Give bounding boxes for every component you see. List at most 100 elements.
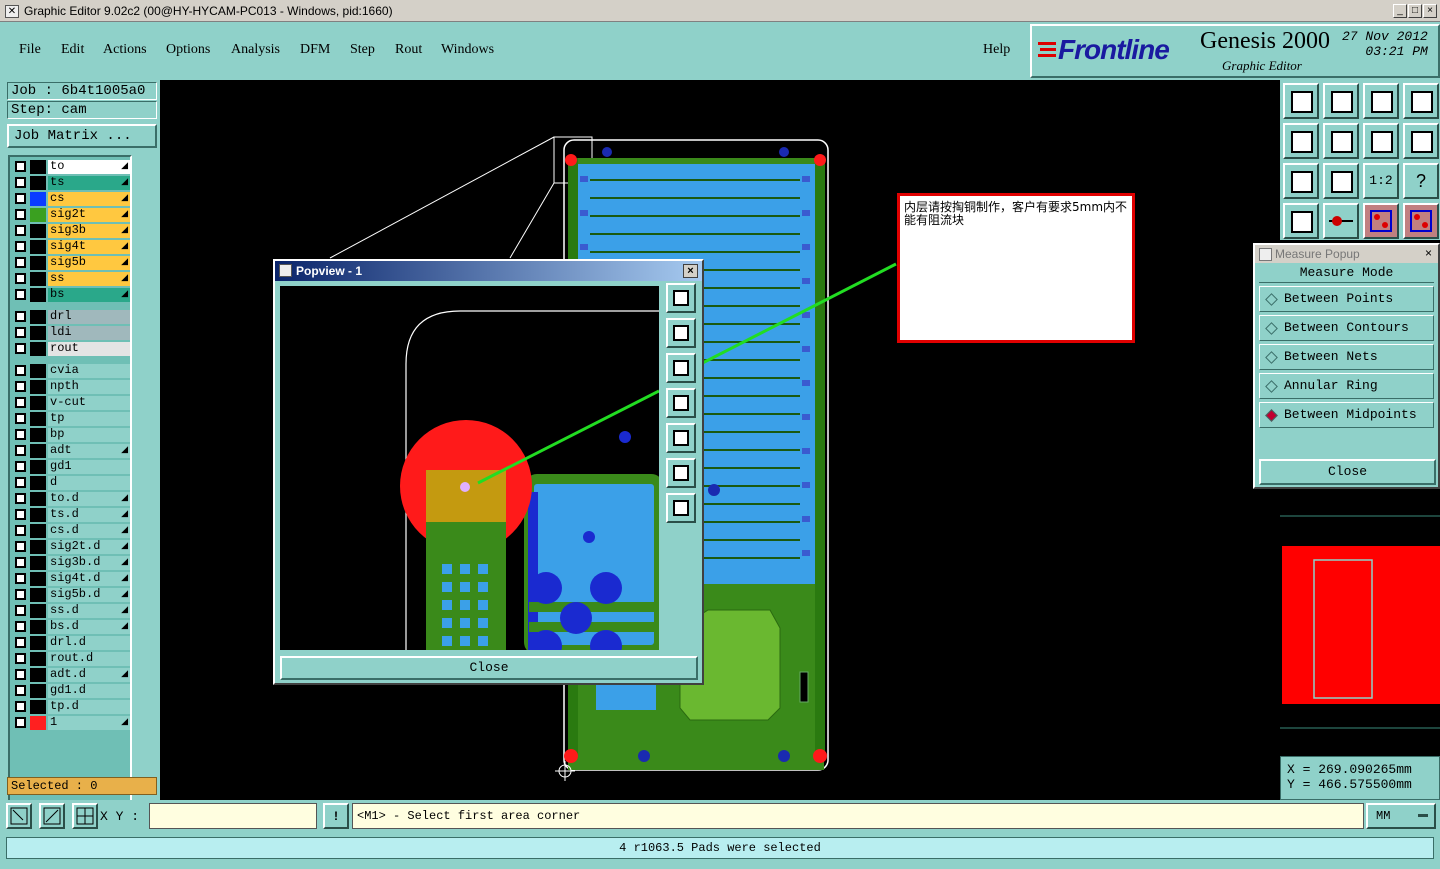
- layer-color-swatch[interactable]: [30, 176, 46, 190]
- layer-name[interactable]: ldi: [48, 326, 130, 340]
- layer-row[interactable]: ts.d ◢: [12, 508, 130, 522]
- layer-name[interactable]: ts: [48, 176, 130, 190]
- layer-color-swatch[interactable]: [30, 620, 46, 634]
- layer-name[interactable]: sig3b.d: [48, 556, 130, 570]
- layer-name[interactable]: sig3b: [48, 224, 130, 238]
- layer-row[interactable]: ts ◢: [12, 176, 130, 190]
- layer-row[interactable]: to.d ◢: [12, 492, 130, 506]
- net-select-icon[interactable]: [1363, 203, 1399, 239]
- layer-color-swatch[interactable]: [30, 588, 46, 602]
- layer-row[interactable]: adt.d ◢: [12, 668, 130, 682]
- layer-checkbox[interactable]: [15, 461, 26, 472]
- measure-option[interactable]: Between Contours: [1259, 315, 1434, 341]
- layer-name[interactable]: bs: [48, 288, 130, 302]
- menu-edit[interactable]: Edit: [61, 42, 84, 58]
- layer-checkbox[interactable]: [15, 605, 26, 616]
- xy-input[interactable]: [149, 803, 317, 829]
- layer-color-swatch[interactable]: [30, 524, 46, 538]
- layer-checkbox[interactable]: [15, 241, 26, 252]
- layer-name[interactable]: sig5b: [48, 256, 130, 270]
- measure-option[interactable]: Between Midpoints: [1259, 402, 1434, 428]
- layer-checkbox[interactable]: [15, 289, 26, 300]
- layer-checkbox[interactable]: [15, 669, 26, 680]
- grid-icon[interactable]: [72, 803, 98, 829]
- layer-checkbox[interactable]: [15, 209, 26, 220]
- layer-color-swatch[interactable]: [30, 556, 46, 570]
- layer-name[interactable]: drl: [48, 310, 130, 324]
- layer-color-swatch[interactable]: [30, 572, 46, 586]
- layer-checkbox[interactable]: [15, 177, 26, 188]
- pan-left-icon[interactable]: [1283, 123, 1319, 159]
- layer-row[interactable]: sig4t.d ◢: [12, 572, 130, 586]
- layer-name[interactable]: ss.d: [48, 604, 130, 618]
- layer-checkbox[interactable]: [15, 621, 26, 632]
- layer-checkbox[interactable]: [15, 573, 26, 584]
- layer-checkbox[interactable]: [15, 311, 26, 322]
- layer-checkbox[interactable]: [15, 273, 26, 284]
- popview-pan-down-button[interactable]: [666, 353, 696, 383]
- layer-color-swatch[interactable]: [30, 428, 46, 442]
- layer-color-swatch[interactable]: [30, 604, 46, 618]
- layer-color-swatch[interactable]: [30, 326, 46, 340]
- layer-name[interactable]: adt: [48, 444, 130, 458]
- select-arrow-icon[interactable]: [6, 803, 32, 829]
- layer-name[interactable]: tp: [48, 412, 130, 426]
- layer-checkbox[interactable]: [15, 685, 26, 696]
- layer-name[interactable]: sig4t.d: [48, 572, 130, 586]
- layer-name[interactable]: gd1: [48, 460, 130, 474]
- layer-name[interactable]: v-cut: [48, 396, 130, 410]
- layer-checkbox[interactable]: [15, 429, 26, 440]
- layer-row[interactable]: bp: [12, 428, 130, 442]
- layer-checkbox[interactable]: [15, 701, 26, 712]
- menu-actions[interactable]: Actions: [103, 42, 147, 58]
- layer-name[interactable]: ts.d: [48, 508, 130, 522]
- window-split-icon[interactable]: [1403, 83, 1439, 119]
- layer-color-swatch[interactable]: [30, 540, 46, 554]
- layer-name[interactable]: bs.d: [48, 620, 130, 634]
- layer-name[interactable]: d: [48, 476, 130, 490]
- layer-color-swatch[interactable]: [30, 508, 46, 522]
- layer-checkbox[interactable]: [15, 161, 26, 172]
- layer-color-swatch[interactable]: [30, 684, 46, 698]
- layer-checkbox[interactable]: [15, 343, 26, 354]
- layer-row[interactable]: sig4t ◢: [12, 240, 130, 254]
- layer-checkbox[interactable]: [15, 257, 26, 268]
- measure-tool-icon[interactable]: [1283, 203, 1319, 239]
- layer-name[interactable]: ss: [48, 272, 130, 286]
- layer-checkbox[interactable]: [15, 381, 26, 392]
- layer-row[interactable]: tp: [12, 412, 130, 426]
- layer-name[interactable]: sig2t: [48, 208, 130, 222]
- layer-row[interactable]: ss ◢: [12, 272, 130, 286]
- mini-map[interactable]: [1280, 500, 1440, 754]
- minimize-button[interactable]: _: [1393, 4, 1407, 18]
- snap-icon[interactable]: [1403, 123, 1439, 159]
- layer-checkbox[interactable]: [15, 193, 26, 204]
- redraw-icon[interactable]: [1363, 123, 1399, 159]
- popview-canvas[interactable]: [280, 286, 659, 650]
- layer-color-swatch[interactable]: [30, 272, 46, 286]
- layer-name[interactable]: sig5b.d: [48, 588, 130, 602]
- layer-color-swatch[interactable]: [30, 364, 46, 378]
- layer-row[interactable]: sig3b ◢: [12, 224, 130, 238]
- layer-row[interactable]: d: [12, 476, 130, 490]
- layer-checkbox[interactable]: [15, 589, 26, 600]
- measure-option[interactable]: Between Points: [1259, 286, 1434, 312]
- zoom-out-icon[interactable]: [1323, 163, 1359, 199]
- measure-option[interactable]: Annular Ring: [1259, 373, 1434, 399]
- layer-name[interactable]: tp.d: [48, 700, 130, 714]
- layer-row[interactable]: bs.d ◢: [12, 620, 130, 634]
- close-window-button[interactable]: ×: [1423, 4, 1437, 18]
- layer-row[interactable]: cs.d ◢: [12, 524, 130, 538]
- layer-color-swatch[interactable]: [30, 412, 46, 426]
- layer-row[interactable]: adt ◢: [12, 444, 130, 458]
- layer-name[interactable]: npth: [48, 380, 130, 394]
- layer-color-swatch[interactable]: [30, 160, 46, 174]
- zoom-home-icon[interactable]: [1283, 83, 1319, 119]
- layer-row[interactable]: to ◢: [12, 160, 130, 174]
- layer-row[interactable]: ldi: [12, 326, 130, 340]
- window-titlebar[interactable]: ✕ Graphic Editor 9.02c2 (00@HY-HYCAM-PC0…: [0, 0, 1440, 22]
- zoom-back-icon[interactable]: [1323, 83, 1359, 119]
- popview-window[interactable]: Popview - 1 × Close: [273, 259, 704, 685]
- layer-row[interactable]: sig2t.d ◢: [12, 540, 130, 554]
- layer-name[interactable]: cvia: [48, 364, 130, 378]
